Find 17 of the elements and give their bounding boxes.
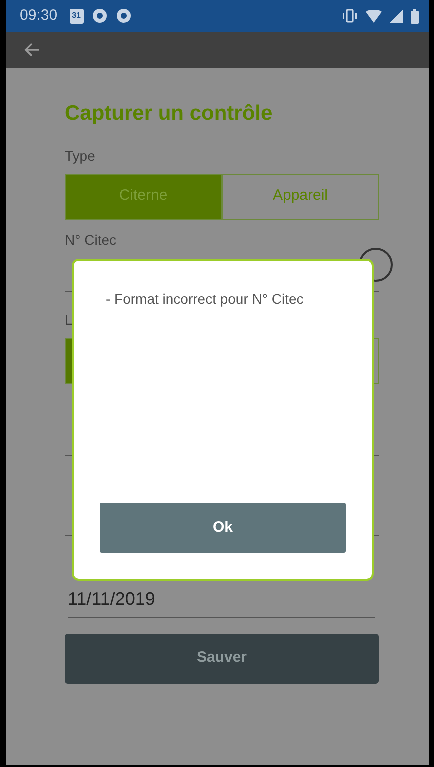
field-label: Type — [65, 146, 96, 166]
status-time: 09:30 — [20, 6, 58, 26]
field-label: N° Citec — [65, 230, 118, 250]
circle-app-icon — [92, 8, 108, 24]
signal-icon — [390, 10, 403, 22]
field-label: L — [65, 310, 74, 330]
save-button[interactable]: Sauver — [65, 634, 379, 684]
circle-app-icon — [116, 8, 132, 24]
vibrate-icon — [342, 9, 358, 23]
wifi-icon — [366, 10, 382, 22]
battery-icon — [411, 8, 419, 24]
page-title: Capturer un contrôle — [65, 101, 274, 127]
calendar-day: 31 — [72, 10, 81, 22]
error-message: - Format incorrect pour N° Citec — [105, 290, 305, 309]
date-field[interactable]: 11/11/2019 — [68, 584, 375, 618]
back-arrow-icon[interactable] — [24, 43, 40, 57]
ok-button[interactable]: Ok — [100, 503, 346, 553]
